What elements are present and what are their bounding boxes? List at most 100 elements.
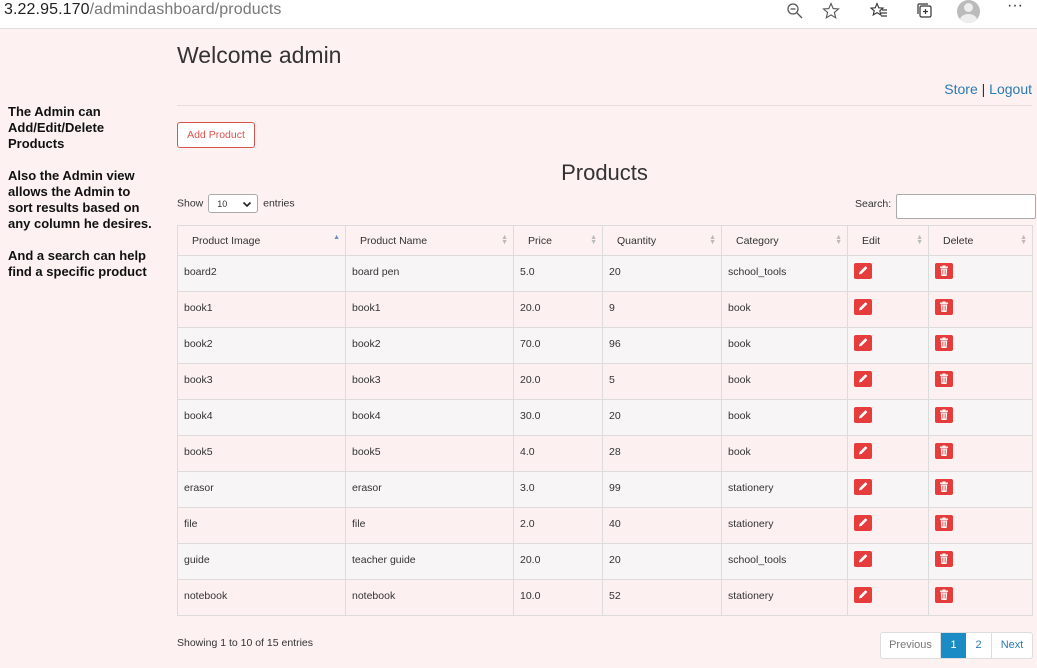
cell-category: school_tools	[721, 255, 848, 292]
cell-quantity: 96	[602, 327, 722, 364]
delete-button[interactable]	[935, 407, 953, 423]
sort-icon: ▲ ▼	[916, 234, 923, 246]
more-icon[interactable]: ···	[1004, 0, 1026, 16]
edit-button[interactable]	[854, 299, 872, 315]
trash-icon	[935, 517, 953, 534]
cell-category: book	[721, 399, 848, 436]
delete-button[interactable]	[935, 515, 953, 531]
edit-button[interactable]	[854, 407, 872, 423]
cell-quantity: 20	[602, 399, 722, 436]
cell-edit	[847, 435, 929, 472]
cell-edit	[847, 291, 929, 328]
column-header-price[interactable]: Price ▲ ▼	[513, 225, 603, 256]
cell-product-image: notebook	[177, 579, 346, 616]
cell-product-name: book3	[345, 363, 514, 400]
cell-quantity: 9	[602, 291, 722, 328]
cell-product-image: book5	[177, 435, 346, 472]
column-header-quantity[interactable]: Quantity ▲ ▼	[602, 225, 722, 256]
pencil-icon	[854, 338, 872, 354]
sort-icon: ▲ ▼	[1020, 234, 1027, 246]
cell-delete	[928, 291, 1033, 328]
entries-length-control: Show 10 entries	[177, 194, 295, 213]
sidebar-note-3: And a search can help find a specific pr…	[8, 248, 147, 279]
next-button[interactable]: Next	[992, 633, 1032, 658]
previous-button[interactable]: Previous	[881, 633, 941, 658]
cell-category: book	[721, 291, 848, 328]
cell-price: 20.0	[513, 363, 603, 400]
page-1-button[interactable]: 1	[941, 633, 966, 658]
cell-delete	[928, 435, 1033, 472]
pencil-icon	[854, 554, 872, 570]
trash-icon	[935, 265, 953, 282]
cell-edit	[847, 363, 929, 400]
cell-price: 70.0	[513, 327, 603, 364]
cell-price: 3.0	[513, 471, 603, 508]
cell-delete	[928, 543, 1033, 580]
delete-button[interactable]	[935, 371, 953, 387]
zoom-out-icon[interactable]	[784, 2, 806, 26]
table-row: book4 book4 30.0 20 book	[177, 399, 1033, 436]
cell-product-name: book5	[345, 435, 514, 472]
delete-button[interactable]	[935, 299, 953, 315]
table-row: guide teacher guide 20.0 20 school_tools	[177, 543, 1033, 580]
edit-button[interactable]	[854, 263, 872, 279]
trash-icon	[935, 481, 953, 498]
table-header-row: Product Image ▲ Product Name ▲ ▼ Price ▲ ▼ Qu…	[177, 225, 1033, 256]
add-product-button[interactable]: Add Product	[177, 122, 255, 148]
cell-delete	[928, 399, 1033, 436]
delete-button[interactable]	[935, 587, 953, 603]
delete-button[interactable]	[935, 335, 953, 351]
pencil-icon	[854, 410, 872, 426]
delete-button[interactable]	[935, 551, 953, 567]
welcome-heading: Welcome admin	[177, 42, 342, 68]
page-title: Products	[561, 160, 648, 185]
column-header-product-image[interactable]: Product Image ▲	[177, 225, 346, 256]
delete-button[interactable]	[935, 443, 953, 459]
cell-product-name: erasor	[345, 471, 514, 508]
column-header-edit[interactable]: Edit ▲ ▼	[847, 225, 929, 256]
store-link[interactable]: Store	[944, 81, 977, 97]
cell-product-image: guide	[177, 543, 346, 580]
delete-button[interactable]	[935, 263, 953, 279]
table-info: Showing 1 to 10 of 15 entries	[177, 637, 314, 649]
page-2-button[interactable]: 2	[966, 633, 992, 658]
link-separator: |	[981, 81, 986, 97]
collections-icon[interactable]	[914, 2, 936, 26]
trash-icon	[935, 337, 953, 354]
entries-select[interactable]: 10	[208, 194, 259, 213]
favorites-icon[interactable]	[868, 2, 890, 26]
top-links: Store | Logout	[944, 81, 1032, 97]
column-header-category[interactable]: Category ▲ ▼	[721, 225, 848, 256]
edit-button[interactable]	[854, 479, 872, 495]
edit-button[interactable]	[854, 515, 872, 531]
edit-button[interactable]	[854, 371, 872, 387]
column-header-label: Product Name	[360, 234, 428, 247]
cell-edit	[847, 399, 929, 436]
cell-category: book	[721, 435, 848, 472]
edit-button[interactable]	[854, 551, 872, 567]
star-icon[interactable]	[820, 2, 842, 26]
sort-ascending-icon: ▲	[333, 234, 340, 241]
delete-button[interactable]	[935, 479, 953, 495]
pagination: Previous 1 2 Next	[880, 632, 1033, 659]
cell-price: 5.0	[513, 255, 603, 292]
trash-icon	[935, 445, 953, 462]
cell-edit	[847, 543, 929, 580]
edit-button[interactable]	[854, 587, 872, 603]
address-bar[interactable]: 3.22.95.170/admindashboard/products	[4, 1, 281, 19]
column-header-delete[interactable]: Delete ▲ ▼	[928, 225, 1033, 256]
pencil-icon	[854, 302, 872, 318]
search-input[interactable]	[896, 194, 1036, 219]
profile-avatar[interactable]	[957, 0, 980, 23]
logout-link[interactable]: Logout	[989, 81, 1032, 97]
edit-button[interactable]	[854, 443, 872, 459]
cell-price: 30.0	[513, 399, 603, 436]
table-row: notebook notebook 10.0 52 stationery	[177, 579, 1033, 616]
cell-category: stationery	[721, 471, 848, 508]
column-header-product-name[interactable]: Product Name ▲ ▼	[345, 225, 514, 256]
pencil-icon	[854, 374, 872, 390]
cell-product-image: book4	[177, 399, 346, 436]
edit-button[interactable]	[854, 335, 872, 351]
cell-quantity: 99	[602, 471, 722, 508]
search-label: Search:	[855, 198, 892, 210]
